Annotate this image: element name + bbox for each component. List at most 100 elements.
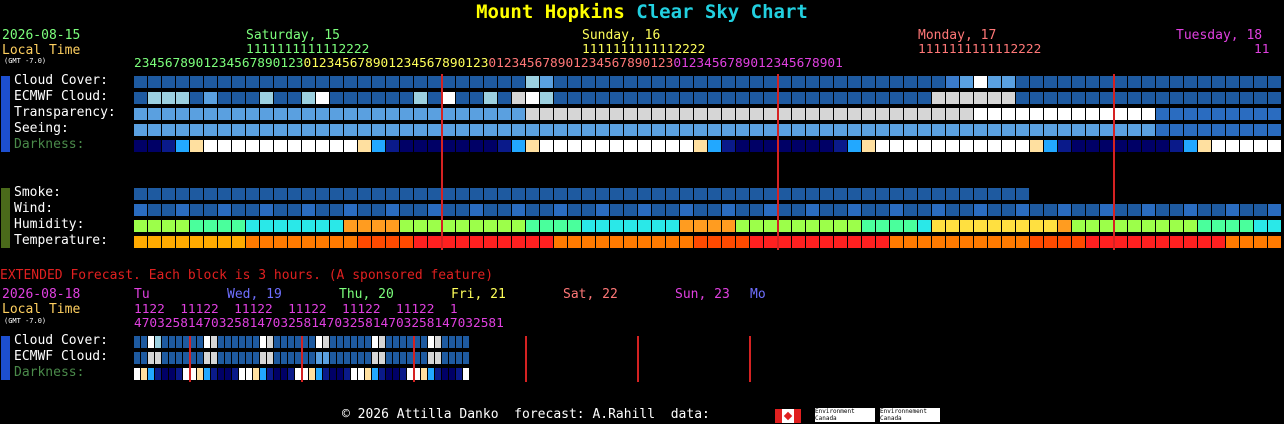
wind-cell bbox=[246, 204, 259, 216]
ext-darkness-cell bbox=[141, 368, 147, 380]
seeing-cell bbox=[260, 124, 273, 136]
darkness-cell bbox=[918, 140, 931, 152]
seeing-cell bbox=[652, 124, 665, 136]
ecmwf-cloud-cell bbox=[1240, 92, 1253, 104]
seeing-cell bbox=[456, 124, 469, 136]
smoke-cell bbox=[904, 188, 917, 200]
transparency-cell bbox=[876, 108, 889, 120]
extended-gmt: (GMT -7.0) bbox=[4, 317, 47, 325]
wind-cell bbox=[134, 204, 147, 216]
temperature-cell bbox=[708, 236, 721, 248]
wind-cell bbox=[176, 204, 189, 216]
darkness-cell bbox=[1044, 140, 1057, 152]
cloud-cover-cell bbox=[736, 76, 749, 88]
ext-darkness-cell bbox=[218, 368, 224, 380]
midnight-line bbox=[441, 74, 443, 250]
ext-ecmwf-cell bbox=[365, 352, 371, 364]
temperature-cell bbox=[680, 236, 693, 248]
darkness-cell bbox=[176, 140, 189, 152]
gmt-label: (GMT -7.0) bbox=[4, 57, 47, 65]
temperature-cell bbox=[1268, 236, 1281, 248]
ecmwf-cloud-cell bbox=[1254, 92, 1267, 104]
darkness-cell bbox=[1030, 140, 1043, 152]
humidity-cell bbox=[358, 220, 371, 232]
darkness-cell bbox=[722, 140, 735, 152]
ext-ecmwf-cell bbox=[316, 352, 322, 364]
wind-cell bbox=[148, 204, 161, 216]
wind-cell bbox=[316, 204, 329, 216]
transparency-cell bbox=[680, 108, 693, 120]
humidity-cell bbox=[204, 220, 217, 232]
temperature-cell bbox=[582, 236, 595, 248]
seeing-cell bbox=[1170, 124, 1183, 136]
ext-cloud-cell bbox=[253, 336, 259, 348]
ext-ecmwf-cell bbox=[393, 352, 399, 364]
ext-midnight-line bbox=[637, 336, 639, 382]
smoke-cell bbox=[764, 188, 777, 200]
seeing-cell bbox=[778, 124, 791, 136]
temperature-cell bbox=[302, 236, 315, 248]
darkness-cell bbox=[876, 140, 889, 152]
ecmwf-cloud-cell bbox=[218, 92, 231, 104]
temperature-cell bbox=[512, 236, 525, 248]
seeing-cell bbox=[806, 124, 819, 136]
darkness-cell bbox=[330, 140, 343, 152]
seeing-cell bbox=[288, 124, 301, 136]
wind-cell bbox=[1100, 204, 1113, 216]
ext-ecmwf-cell bbox=[337, 352, 343, 364]
wind-cell bbox=[834, 204, 847, 216]
transparency-cell bbox=[624, 108, 637, 120]
seeing-cell bbox=[330, 124, 343, 136]
transparency-cell bbox=[288, 108, 301, 120]
darkness-cell bbox=[638, 140, 651, 152]
extended-date: 2026-08-18 bbox=[2, 287, 81, 302]
temperature-cell bbox=[652, 236, 665, 248]
wind-cell bbox=[1058, 204, 1071, 216]
humidity-cell bbox=[1198, 220, 1211, 232]
smoke-cell bbox=[736, 188, 749, 200]
wind-cell bbox=[1002, 204, 1015, 216]
transparency-cell bbox=[540, 108, 553, 120]
seeing-cell bbox=[442, 124, 455, 136]
cloud-cover-cell bbox=[862, 76, 875, 88]
temperature-cell bbox=[1212, 236, 1225, 248]
ext-cloud-cell bbox=[463, 336, 469, 348]
humidity-cell bbox=[778, 220, 791, 232]
temperature-cell bbox=[568, 236, 581, 248]
seeing-cell bbox=[372, 124, 385, 136]
cloud-cover-cell bbox=[456, 76, 469, 88]
transparency-cell bbox=[148, 108, 161, 120]
humidity-cell bbox=[1170, 220, 1183, 232]
humidity-cell bbox=[428, 220, 441, 232]
smoke-cell bbox=[204, 188, 217, 200]
transparency-cell bbox=[344, 108, 357, 120]
humidity-cell bbox=[526, 220, 539, 232]
humidity-cell bbox=[792, 220, 805, 232]
ext-row-label-cloud-cover: Cloud Cover: bbox=[14, 333, 108, 348]
smoke-cell bbox=[582, 188, 595, 200]
wind-cell bbox=[358, 204, 371, 216]
darkness-cell bbox=[568, 140, 581, 152]
humidity-cell bbox=[680, 220, 693, 232]
darkness-cell bbox=[540, 140, 553, 152]
darkness-cell bbox=[946, 140, 959, 152]
ext-cloud-cell bbox=[309, 336, 315, 348]
ext-ecmwf-cell bbox=[141, 352, 147, 364]
transparency-cell bbox=[1100, 108, 1113, 120]
ext-cloud-cell bbox=[449, 336, 455, 348]
temperature-cell bbox=[890, 236, 903, 248]
cloud-cover-cell bbox=[680, 76, 693, 88]
ext-darkness-cell bbox=[351, 368, 357, 380]
ext-ecmwf-cell bbox=[351, 352, 357, 364]
day-label-tuesday: Tuesday, 18 bbox=[1176, 28, 1263, 43]
wind-cell bbox=[596, 204, 609, 216]
wind-cell bbox=[162, 204, 175, 216]
darkness-cell bbox=[288, 140, 301, 152]
ecmwf-cloud-cell bbox=[582, 92, 595, 104]
transparency-cell bbox=[848, 108, 861, 120]
darkness-cell bbox=[988, 140, 1001, 152]
darkness-cell bbox=[1100, 140, 1113, 152]
row-label-transparency: Transparency: bbox=[14, 105, 116, 120]
smoke-cell bbox=[540, 188, 553, 200]
smoke-cell bbox=[148, 188, 161, 200]
